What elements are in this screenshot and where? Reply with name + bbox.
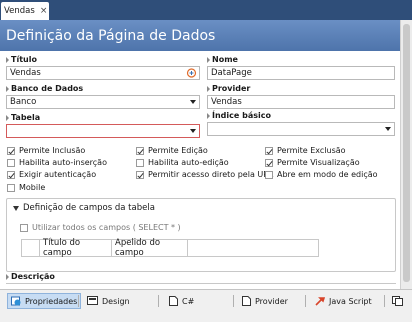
tab-more[interactable] <box>389 293 411 309</box>
permite-inclusao-checkbox[interactable]: Permite Inclusão <box>7 145 85 156</box>
tab-javascript[interactable]: Java Script <box>312 293 375 309</box>
document-tab-label: Vendas <box>4 6 35 16</box>
tab-csharp[interactable]: C# <box>166 293 197 309</box>
collapse-triangle-icon[interactable] <box>13 205 19 211</box>
code-file-icon <box>169 296 178 306</box>
tab-propriedades[interactable]: Propriedades <box>7 293 82 309</box>
permite-exclusao-checkbox[interactable]: Permite Exclusão <box>265 145 346 156</box>
scrollbar-thumb[interactable] <box>403 24 410 282</box>
fields-grid: Título do campo Apelido do campo <box>21 238 319 258</box>
section-marker-icon <box>207 85 210 92</box>
section-marker-icon <box>207 56 210 63</box>
permitir-acesso-url-checkbox[interactable]: Permitir acesso direto pela URL <box>136 169 273 180</box>
checkbox-box <box>265 170 273 179</box>
permite-edicao-checkbox[interactable]: Permite Edição <box>136 145 208 156</box>
nome-input[interactable]: DataPage <box>207 66 395 80</box>
chevron-down-icon <box>190 129 196 133</box>
abre-modo-edicao-checkbox[interactable]: Abre em modo de edição <box>265 169 378 180</box>
banco-label: Banco de Dados <box>6 84 83 93</box>
tab-separator <box>233 295 234 307</box>
tab-separator <box>305 295 306 307</box>
checkbox-box <box>265 158 273 167</box>
indice-select[interactable] <box>207 122 395 136</box>
checkbox-box <box>136 170 144 179</box>
section-marker-icon <box>207 112 210 119</box>
provider-input[interactable]: Vendas <box>207 95 395 109</box>
tab-separator <box>158 295 159 307</box>
close-icon[interactable]: × <box>40 6 48 16</box>
vertical-scrollbar[interactable] <box>400 20 412 289</box>
descricao-label: Descrição <box>6 272 55 281</box>
exigir-autenticacao-checkbox[interactable]: Exigir autenticação <box>7 169 96 180</box>
section-marker-icon <box>6 85 9 92</box>
chevron-down-icon <box>190 100 196 104</box>
group-header[interactable]: Definição de campos da tabela <box>13 203 155 213</box>
banco-select[interactable]: Banco <box>6 95 200 109</box>
use-all-fields-checkbox[interactable]: Utilizar todos os campos ( SELECT * ) <box>20 222 181 233</box>
page-title: Definição da Página de Dados <box>6 27 216 44</box>
section-marker-icon <box>6 114 9 121</box>
checkbox-box <box>136 158 144 167</box>
bottom-tab-strip: Propriedades Design C# Provider Java Scr… <box>0 289 412 322</box>
tab-separator <box>78 295 79 307</box>
checkbox-box <box>7 170 15 179</box>
habilita-auto-insercao-checkbox[interactable]: Habilita auto-inserção <box>7 157 107 168</box>
tab-design[interactable]: Design <box>84 293 133 309</box>
chevron-down-icon <box>385 127 391 131</box>
mobile-checkbox[interactable]: Mobile <box>7 182 45 193</box>
field-definition-group: Definição de campos da tabela Utilizar t… <box>6 198 396 272</box>
document-tab-bar: Vendas × <box>0 0 412 20</box>
provider-label: Provider <box>207 84 250 93</box>
nome-label: Nome <box>207 55 238 64</box>
design-icon <box>87 296 98 305</box>
checkbox-box <box>136 146 144 155</box>
tabela-label: Tabela <box>6 113 40 122</box>
habilita-auto-edicao-checkbox[interactable]: Habilita auto-edição <box>136 157 229 168</box>
checkbox-box <box>7 183 15 192</box>
properties-icon <box>11 296 21 306</box>
checkbox-box <box>265 146 273 155</box>
group-title: Definição de campos da tabela <box>23 203 155 213</box>
javascript-icon <box>315 297 325 306</box>
translate-icon[interactable] <box>186 68 197 78</box>
checkbox-box <box>20 223 28 232</box>
tab-separator <box>384 295 385 307</box>
page-header: Definição da Página de Dados <box>0 20 400 51</box>
column-header-titulo[interactable]: Título do campo <box>40 238 112 258</box>
checkbox-box <box>7 158 15 167</box>
tabela-select[interactable] <box>6 124 200 138</box>
descricao-divider <box>6 283 396 284</box>
titulo-input[interactable]: Vendas <box>6 66 200 80</box>
titulo-label: Título <box>6 55 37 64</box>
permite-visualizacao-checkbox[interactable]: Permite Visualização <box>265 157 360 168</box>
document-tab-vendas[interactable]: Vendas × <box>1 2 49 20</box>
indice-label: Índice básico <box>207 111 271 120</box>
checkbox-box <box>7 146 15 155</box>
provider-file-icon <box>242 296 251 306</box>
tab-provider[interactable]: Provider <box>239 293 291 309</box>
column-header-apelido[interactable]: Apelido do campo <box>112 238 188 258</box>
grid-row-header <box>22 240 40 256</box>
section-marker-icon <box>6 273 9 280</box>
section-marker-icon <box>6 56 9 63</box>
form-panel: Título Vendas Nome DataPage Banco de Dad… <box>0 51 400 289</box>
more-tabs-icon <box>392 296 403 306</box>
